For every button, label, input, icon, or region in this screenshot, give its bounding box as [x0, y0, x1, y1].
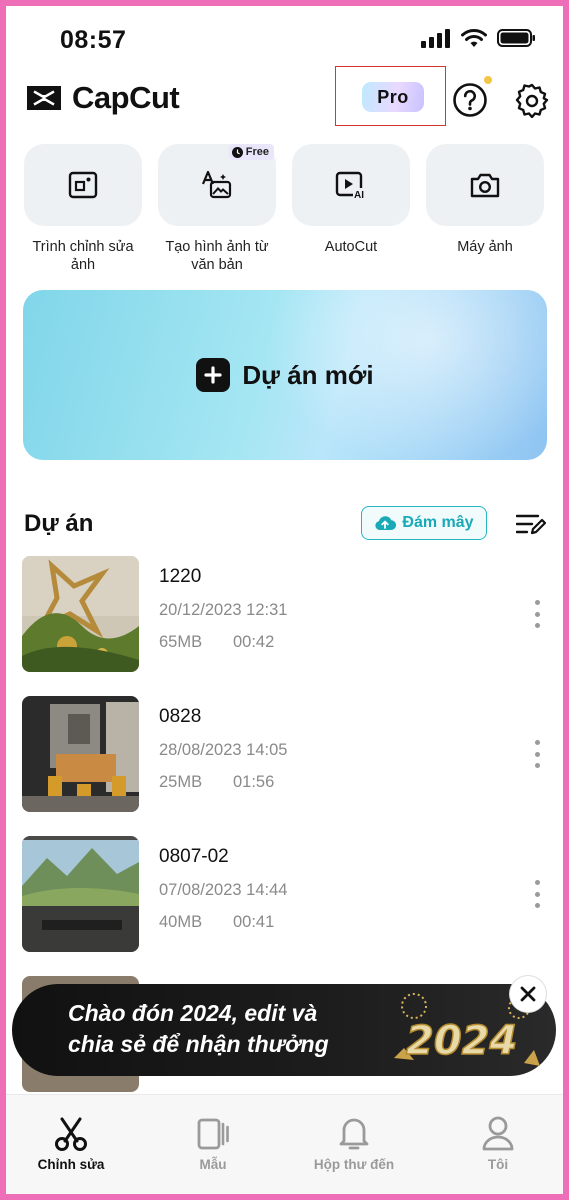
tab-edit[interactable]: Chỉnh sửa — [16, 1113, 126, 1172]
project-thumbnail[interactable] — [22, 556, 139, 672]
tool-camera[interactable]: Máy ảnh — [425, 144, 545, 256]
settings-button[interactable] — [514, 82, 550, 119]
banner-line-1: Chào đón 2024, edit và — [68, 1000, 318, 1026]
bell-icon — [339, 1118, 369, 1150]
plus-icon — [196, 358, 231, 392]
manage-projects-button[interactable] — [515, 512, 547, 536]
tool-photo-editor[interactable]: Trình chỉnh sửa ảnh — [23, 144, 143, 274]
banner-text: Chào đón 2024, edit và chia sẻ để nhận t… — [68, 998, 329, 1060]
tool-tile[interactable]: AI — [292, 144, 410, 226]
free-badge: Free — [228, 144, 274, 160]
capcut-logo: CapCut — [24, 80, 180, 116]
more-options-icon[interactable] — [531, 880, 543, 908]
bottom-tab-bar: Chỉnh sửa Mẫu Hộp thư đến Tôi — [6, 1094, 563, 1194]
tab-templates[interactable]: Mẫu — [158, 1113, 268, 1172]
status-time: 08:57 — [60, 26, 127, 54]
close-banner-button[interactable] — [510, 976, 546, 1012]
new-project-label: Dự án mới — [242, 359, 374, 390]
project-duration: 01:56 — [233, 773, 275, 791]
status-icons — [421, 28, 537, 48]
tool-tile[interactable] — [426, 144, 544, 226]
tab-label: Chỉnh sửa — [37, 1157, 105, 1172]
tool-label: Máy ảnh — [457, 239, 513, 255]
tab-profile[interactable]: Tôi — [443, 1113, 553, 1172]
project-name: 0828 — [159, 706, 202, 727]
photo-editor-icon — [68, 171, 98, 199]
tool-label: Trình chỉnh sửa ảnh — [32, 239, 134, 273]
tool-label: Tạo hình ảnh từ văn bản — [165, 239, 269, 273]
banner-art-text: 2024 — [406, 1018, 517, 1064]
project-thumbnail[interactable] — [22, 836, 139, 952]
project-date: 07/08/2023 14:44 — [159, 881, 288, 899]
cloud-upload-icon — [375, 516, 397, 531]
project-duration: 00:42 — [233, 633, 275, 651]
tool-tile[interactable]: Free — [158, 144, 276, 226]
help-button[interactable] — [452, 82, 488, 118]
projects-title: Dự án — [24, 510, 94, 537]
wifi-icon — [461, 29, 487, 47]
project-duration: 00:41 — [233, 913, 275, 931]
notification-dot — [484, 76, 492, 84]
project-row[interactable]: 0828 28/08/2023 14:05 25MB 01:56 — [22, 696, 547, 814]
cloud-button[interactable]: Đám mây — [361, 506, 487, 540]
project-date: 28/08/2023 14:05 — [159, 741, 288, 759]
template-icon — [197, 1118, 229, 1150]
tool-label: AutoCut — [324, 239, 378, 255]
tool-tile[interactable] — [24, 144, 142, 226]
more-options-icon[interactable] — [531, 600, 543, 628]
project-name: 0807-02 — [159, 846, 229, 867]
banner-line-2: chia sẻ để nhận thưởng — [68, 1031, 329, 1057]
capcut-logo-icon — [27, 86, 61, 110]
app-screen: 08:57 CapCut Pro Trình chỉnh sửa ảnh Fre… — [6, 6, 563, 1194]
tool-autocut[interactable]: AI AutoCut — [291, 144, 411, 256]
profile-icon — [482, 1116, 514, 1151]
project-size: 65MB — [159, 633, 203, 651]
scissors-icon — [55, 1117, 87, 1151]
project-row[interactable]: 0807-02 07/08/2023 14:44 40MB 00:41 — [22, 836, 547, 954]
pro-highlight-box: Pro — [335, 66, 446, 126]
more-options-icon[interactable] — [531, 740, 543, 768]
edit-list-icon — [515, 514, 547, 535]
cellular-signal-icon — [421, 29, 450, 48]
project-date: 20/12/2023 12:31 — [159, 601, 288, 619]
clock-icon — [231, 146, 243, 158]
project-size: 25MB — [159, 773, 203, 791]
new-project-button[interactable]: Dự án mới — [23, 290, 547, 460]
text-to-image-icon — [201, 170, 232, 199]
free-badge-label: Free — [245, 146, 269, 158]
project-size: 40MB — [159, 913, 203, 931]
tab-label: Tôi — [487, 1157, 509, 1172]
svg-text:AI: AI — [354, 190, 364, 199]
tab-label: Mẫu — [199, 1157, 227, 1172]
help-icon — [453, 83, 487, 117]
project-thumbnail[interactable] — [22, 696, 139, 812]
pro-button[interactable]: Pro — [362, 82, 424, 112]
close-icon — [520, 986, 536, 1002]
battery-icon — [497, 29, 535, 47]
tab-inbox[interactable]: Hộp thư đến — [299, 1113, 409, 1172]
autocut-icon: AI — [335, 171, 367, 199]
camera-icon — [470, 173, 500, 198]
promo-banner[interactable]: Chào đón 2024, edit và chia sẻ để nhận t… — [12, 984, 556, 1076]
gear-icon — [515, 83, 549, 119]
app-name: CapCut — [72, 80, 180, 115]
project-row[interactable]: 1220 20/12/2023 12:31 65MB 00:42 — [22, 556, 547, 674]
tool-text-to-image[interactable]: Free Tạo hình ảnh từ văn bản — [157, 144, 277, 274]
cloud-button-label: Đám mây — [402, 514, 474, 531]
project-name: 1220 — [159, 566, 202, 587]
tab-label: Hộp thư đến — [313, 1157, 395, 1172]
